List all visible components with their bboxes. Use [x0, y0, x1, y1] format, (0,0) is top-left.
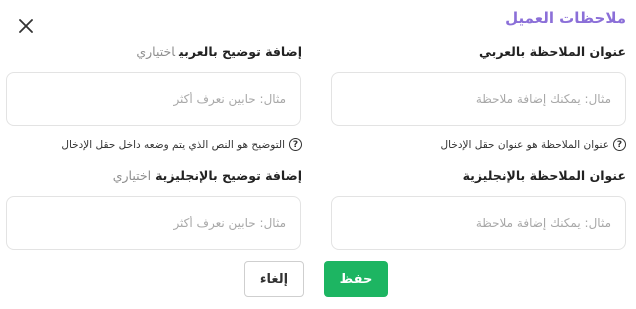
close-button[interactable] — [16, 16, 36, 36]
arabic-title-label: عنوان الملاحظة بالعربي — [479, 44, 626, 59]
english-title-label: عنوان الملاحظة بالإنجليزية — [463, 168, 626, 183]
arabic-title-input[interactable] — [331, 72, 626, 126]
description-hint-text: التوضيح هو النص الذي يتم وضعه داخل حقل ا… — [61, 138, 285, 151]
dialog-title: ملاحظات العميل — [505, 9, 626, 27]
optional-tag: اختياري — [136, 44, 176, 59]
english-title-input[interactable] — [331, 196, 626, 250]
english-description-input[interactable] — [6, 196, 301, 250]
close-icon — [19, 19, 33, 33]
customer-notes-dialog: ملاحظات العميل عنوان الملاحظة بالعربي إض… — [0, 0, 636, 309]
english-description-label-text: إضافة توضيح بالإنجليزية — [155, 168, 302, 183]
save-button[interactable]: حفظ — [324, 261, 388, 297]
description-hint: ? التوضيح هو النص الذي يتم وضعه داخل حقل… — [61, 138, 302, 151]
english-description-label: إضافة توضيح بالإنجليزيةاختياري — [113, 168, 302, 183]
cancel-button[interactable]: إلغاء — [244, 261, 304, 297]
title-hint: ? عنوان الملاحظة هو عنوان حقل الإدخال — [441, 138, 626, 151]
arabic-title-label-text: عنوان الملاحظة بالعربي — [478, 44, 626, 59]
english-title-label-text: عنوان الملاحظة بالإنجليزية — [462, 168, 626, 183]
arabic-description-input[interactable] — [6, 72, 301, 126]
arabic-description-label-text: إضافة توضيح بالعربي — [179, 44, 302, 59]
arabic-description-label: إضافة توضيح بالعربياختياري — [136, 44, 302, 59]
question-circle-icon: ? — [613, 138, 626, 151]
title-hint-text: عنوان الملاحظة هو عنوان حقل الإدخال — [440, 138, 609, 151]
optional-tag: اختياري — [112, 168, 152, 183]
question-circle-icon: ? — [289, 138, 302, 151]
